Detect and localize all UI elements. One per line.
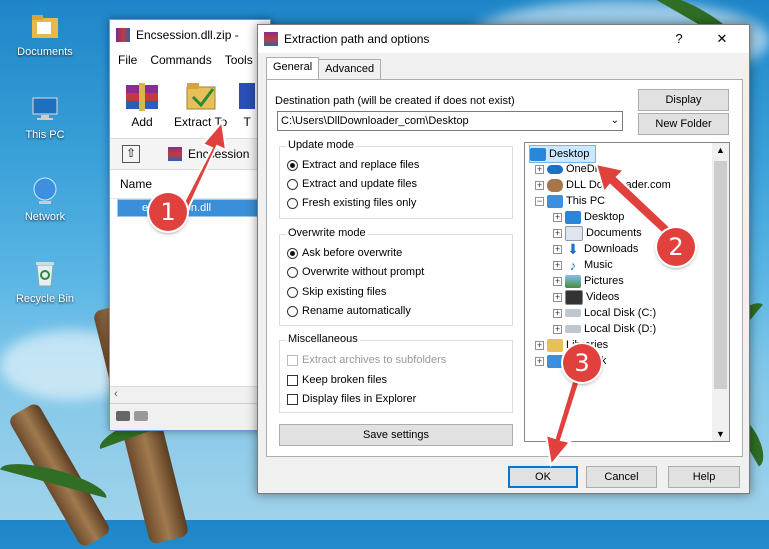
- annotation-badge-1: 1: [149, 193, 187, 231]
- annotation-badge-3: 3: [563, 344, 601, 382]
- arrow-1: [180, 119, 228, 211]
- arrow-3: [544, 370, 584, 468]
- annotation-arrows: [180, 119, 674, 468]
- arrow-2: [594, 162, 674, 238]
- tab-general[interactable]: General: [266, 57, 320, 79]
- annotation-badge-2: 2: [657, 228, 695, 266]
